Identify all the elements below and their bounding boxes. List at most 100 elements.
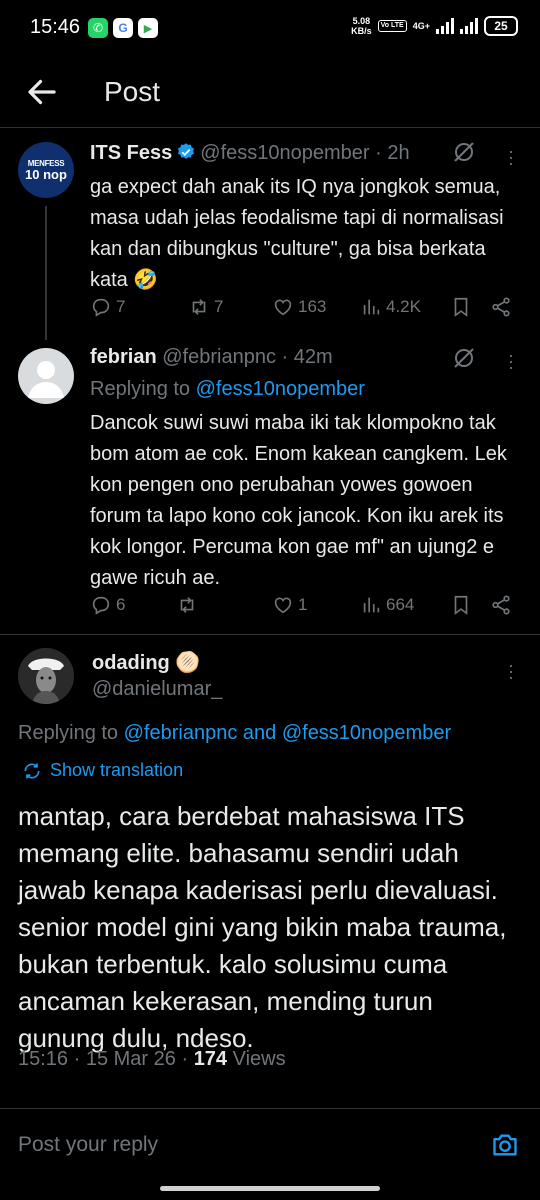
author-emoji: 🫓 — [175, 652, 201, 674]
thread-line — [45, 206, 47, 340]
author-name[interactable]: febrian — [90, 346, 157, 368]
views-count: 4.2K — [386, 297, 421, 316]
avatar[interactable]: MENFESS 10 nop — [18, 142, 74, 198]
google-icon: G — [113, 18, 133, 38]
tweet-text: Dancok suwi suwi maba iki tak klompokno … — [90, 412, 507, 589]
bookmark-icon — [454, 297, 468, 317]
post-time: 15:16 — [18, 1048, 69, 1070]
avatar[interactable] — [18, 348, 74, 404]
tweet-time: · 42m — [281, 346, 333, 368]
volte-icon: Vo LTE — [377, 20, 407, 32]
reply-button[interactable]: 7 — [90, 296, 125, 318]
translate-icon — [24, 763, 40, 778]
replying-label: Replying to — [18, 722, 119, 744]
tweet-actions: 7 7 163 4.2K — [90, 296, 520, 324]
like-button[interactable]: 163 — [272, 296, 326, 318]
play-store-icon: ▶ — [138, 18, 158, 38]
heart-icon — [274, 597, 292, 614]
author-name[interactable]: ITS Fess — [90, 142, 172, 164]
like-count: 1 — [298, 595, 308, 614]
tweet-time: · 2h — [375, 142, 410, 164]
status-bar: 15:46 ✆ G ▶ 5.08 KB/s Vo LTE 4G+ 25 — [0, 0, 540, 60]
share-icon — [492, 595, 510, 615]
like-button[interactable]: 1 — [272, 594, 307, 616]
network-speed: 5.08 KB/s — [351, 16, 372, 36]
views-count: 664 — [386, 595, 415, 614]
more-options-icon[interactable]: · · · — [508, 656, 514, 686]
more-options-icon[interactable]: · · · — [508, 142, 514, 172]
bookmark-button[interactable] — [450, 594, 472, 616]
tweet-febrian[interactable]: febrian @febrianpnc · 42m · · · Replying t… — [0, 338, 540, 634]
main-post-handle-row: @danielumar_ — [92, 678, 222, 701]
status-right: 5.08 KB/s Vo LTE 4G+ 25 — [351, 16, 518, 36]
views-icon — [363, 299, 380, 315]
retweet-button[interactable]: 7 — [188, 296, 223, 318]
views-label: Views — [232, 1048, 286, 1070]
reply-input[interactable]: Post your reply — [18, 1133, 158, 1157]
speed-value: 5.08 — [352, 16, 371, 26]
retweet-button[interactable] — [176, 594, 202, 616]
replying-to-link-1[interactable]: @febrianpnc — [124, 722, 238, 744]
replying-to: Replying to @fess10nopember — [90, 378, 365, 401]
retweet-icon — [180, 597, 194, 613]
header: Post — [0, 60, 540, 128]
show-translation-button[interactable]: Show translation — [22, 760, 183, 781]
whatsapp-icon: ✆ — [88, 18, 108, 38]
tweet-its-fess[interactable]: MENFESS 10 nop ITS Fess @fess10nopember ·… — [0, 128, 540, 340]
views-icon — [363, 597, 380, 613]
main-post-text: mantap, cara berdebat mahasiswa ITS mema… — [18, 801, 507, 1053]
reply-button[interactable]: 6 — [90, 594, 125, 616]
home-indicator[interactable] — [160, 1186, 380, 1191]
bookmark-button[interactable] — [450, 296, 472, 318]
status-time: 15:46 — [30, 16, 81, 38]
grok-icon[interactable] — [452, 346, 476, 370]
author-name[interactable]: odading — [92, 652, 170, 674]
signal-icon — [436, 18, 454, 34]
replying-to-link-2[interactable]: @fess10nopember — [282, 722, 451, 744]
replying-to: Replying to @febrianpnc and @fess10nopem… — [18, 722, 451, 745]
replying-label: Replying to — [90, 378, 191, 400]
more-options-icon[interactable]: · · · — [508, 346, 514, 376]
reply-count: 7 — [116, 297, 126, 316]
share-icon — [492, 297, 510, 317]
profile-photo-icon — [18, 648, 74, 704]
post-date: 15 Mar 26 — [85, 1048, 176, 1070]
signal-icon-2 — [460, 18, 478, 34]
page-title: Post — [104, 76, 161, 107]
main-post-header: odading 🫓 — [92, 650, 200, 675]
show-translation-label: Show translation — [50, 760, 184, 780]
tweet-text: ga expect dah anak its IQ nya jongkok se… — [90, 176, 504, 291]
views-count: 174 — [193, 1048, 228, 1070]
share-button[interactable] — [490, 594, 512, 616]
network-type: 4G+ — [412, 21, 430, 31]
back-arrow-icon[interactable] — [24, 74, 60, 110]
reply-icon — [92, 596, 110, 615]
views-button[interactable]: 4.2K — [360, 296, 421, 318]
views-button[interactable]: 664 — [360, 594, 414, 616]
tweet-header: ITS Fess @fess10nopember · 2h — [90, 142, 410, 165]
bookmark-icon — [454, 595, 468, 615]
reply-icon — [92, 298, 110, 317]
author-handle[interactable]: @danielumar_ — [92, 678, 222, 700]
like-count: 163 — [298, 297, 327, 316]
post-metadata: 15:16 · 15 Mar 26 · 174 Views — [18, 1048, 286, 1070]
grok-icon[interactable] — [452, 140, 476, 164]
main-post: odading 🫓 @danielumar_ · · · Replying to @… — [0, 634, 540, 1104]
avatar[interactable] — [18, 648, 74, 704]
verified-badge-icon — [178, 143, 195, 159]
replying-to-link[interactable]: @fess10nopember — [196, 378, 365, 400]
retweet-count: 7 — [214, 297, 224, 316]
camera-icon[interactable] — [490, 1131, 520, 1159]
heart-icon — [274, 299, 292, 316]
author-handle[interactable]: @fess10nopember — [200, 142, 369, 164]
reply-count: 6 — [116, 595, 126, 614]
avatar-logo-text-2: 10 nop — [25, 167, 67, 182]
author-handle[interactable]: @febrianpnc — [162, 346, 276, 368]
tweet-header: febrian @febrianpnc · 42m — [90, 346, 333, 369]
speed-unit: KB/s — [351, 26, 372, 36]
replying-and: and — [242, 722, 277, 744]
tweet-actions: 6 1 664 — [90, 594, 520, 622]
share-button[interactable] — [490, 296, 512, 318]
default-avatar-icon — [28, 361, 64, 398]
reply-composer: Post your reply — [0, 1108, 540, 1178]
